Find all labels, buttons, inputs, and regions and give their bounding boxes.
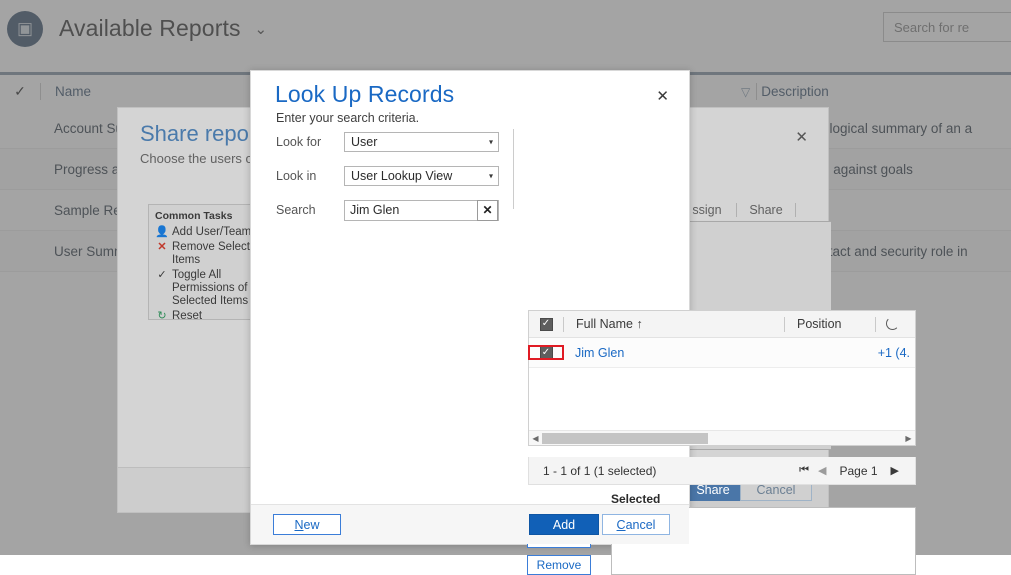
scrollbar-track[interactable] xyxy=(542,433,902,444)
look-in-row: Look in User Lookup View ▾ xyxy=(276,163,666,189)
new-button-mnemonic: N xyxy=(294,518,303,532)
lookup-dialog-title: Look Up Records xyxy=(275,81,454,108)
column-header-position[interactable]: Position xyxy=(785,317,875,331)
page-number-label: Page 1 xyxy=(835,464,881,478)
first-page-icon[interactable]: ⏮ xyxy=(799,464,809,477)
look-for-value: User xyxy=(351,135,377,149)
lookup-dialog-subtitle: Enter your search criteria. xyxy=(276,111,419,125)
close-icon[interactable]: ✕ xyxy=(795,128,808,146)
search-field-wrapper: ✕ xyxy=(344,200,499,221)
checkbox-checked-icon: ✓ xyxy=(540,318,553,331)
add-button[interactable]: Add xyxy=(529,514,599,535)
remove-icon: ✕ xyxy=(155,241,169,254)
close-icon[interactable]: ✕ xyxy=(656,87,669,105)
checkbox-checked-icon: ✓ xyxy=(540,346,553,359)
scroll-left-icon[interactable]: ◀ xyxy=(529,434,542,443)
search-input[interactable] xyxy=(345,202,471,219)
sort-ascending-icon: ↑ xyxy=(636,317,642,331)
look-in-select[interactable]: User Lookup View ▾ xyxy=(344,166,499,186)
remove-button[interactable]: Remove xyxy=(527,555,591,575)
grid-pager: 1 - 1 of 1 (1 selected) ⏮ ◀ Page 1 ▶ xyxy=(528,457,916,485)
look-for-select[interactable]: User ▾ xyxy=(344,132,499,152)
column-header-third[interactable] xyxy=(876,317,899,331)
share-grid-header: ssign Share xyxy=(678,203,828,217)
share-dialog-title: Share report xyxy=(140,121,262,147)
previous-page-icon[interactable]: ◀ xyxy=(818,464,826,477)
grid-empty-area xyxy=(529,368,915,413)
column-header-share: Share xyxy=(737,203,795,217)
cancel-button[interactable]: Cancel xyxy=(602,514,670,535)
look-for-row: Look for User ▾ xyxy=(276,129,666,155)
clear-search-icon[interactable]: ✕ xyxy=(477,200,498,221)
cell-full-name[interactable]: Jim Glen xyxy=(563,346,783,360)
cancel-button-label: ancel xyxy=(626,518,656,532)
chevron-down-icon: ▾ xyxy=(489,172,493,181)
search-label: Search xyxy=(276,203,344,217)
look-in-label: Look in xyxy=(276,169,344,183)
select-all-checkbox[interactable]: ✓ xyxy=(529,318,563,331)
chevron-down-icon: ▾ xyxy=(489,138,493,147)
common-task-label: Add User/Team xyxy=(169,226,251,239)
record-count-label: 1 - 1 of 1 (1 selected) xyxy=(529,464,799,478)
cancel-button-mnemonic: C xyxy=(617,518,626,532)
look-up-records-dialog: Look Up Records ✕ Enter your search crit… xyxy=(250,70,690,545)
form-divider xyxy=(513,129,514,209)
reset-icon: ↻ xyxy=(155,310,169,323)
user-add-icon: 👤 xyxy=(155,226,169,239)
cell-phone[interactable]: +1 (4. xyxy=(878,346,910,360)
lookup-dialog-footer: New Add Cancel xyxy=(251,504,689,544)
grid-horizontal-scrollbar[interactable]: ◀ ▶ xyxy=(529,430,915,445)
next-page-icon[interactable]: ▶ xyxy=(891,464,899,477)
new-button-label: ew xyxy=(304,518,320,532)
new-button[interactable]: New xyxy=(273,514,341,535)
pager-controls: ⏮ ◀ Page 1 ▶ xyxy=(799,464,915,478)
column-header-full-name[interactable]: Full Name ↑ xyxy=(564,317,784,331)
results-grid-header: ✓ Full Name ↑ Position xyxy=(529,311,915,338)
lookup-criteria-form: Look for User ▾ Look in User Lookup View… xyxy=(276,129,666,231)
look-in-value: User Lookup View xyxy=(351,169,452,183)
row-checkbox[interactable]: ✓ xyxy=(529,346,563,359)
refresh-spinner-icon xyxy=(886,317,899,330)
column-header-full-name-label: Full Name xyxy=(576,317,633,331)
scrollbar-thumb[interactable] xyxy=(542,433,708,444)
table-row[interactable]: ✓ Jim Glen +1 (4. xyxy=(529,338,915,368)
column-divider xyxy=(795,203,796,217)
lookup-results-grid: ✓ Full Name ↑ Position ✓ Jim Glen +1 (4. xyxy=(528,310,916,446)
toggle-check-icon: ✓ xyxy=(155,269,169,282)
look-for-label: Look for xyxy=(276,135,344,149)
scroll-right-icon[interactable]: ▶ xyxy=(902,434,915,443)
common-task-label: Reset xyxy=(169,310,202,323)
search-row: Search ✕ xyxy=(276,197,666,223)
